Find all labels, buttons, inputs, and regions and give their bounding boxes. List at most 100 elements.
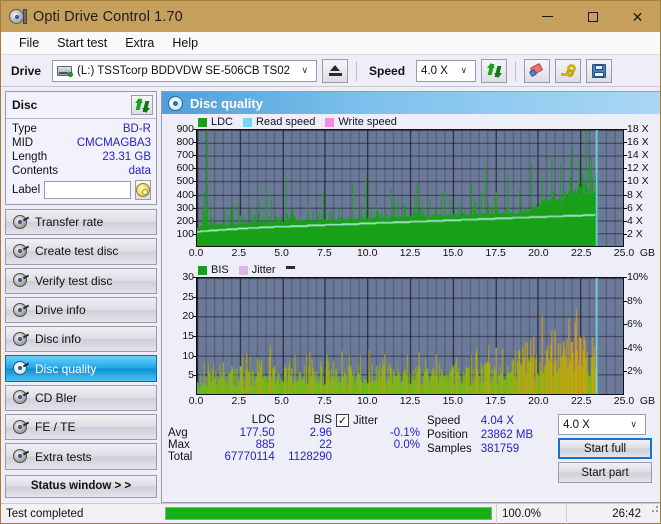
menu-file[interactable]: File [10,33,48,53]
ldc-y2-axis-speed: 2 X4 X6 X8 X 10 X 12 X 14 X 16 X 18 X [624,123,658,247]
sidebar-item-fe-te[interactable]: FE / TE [5,414,157,441]
ldc-y-axis: 100 200 300 400 500 600 700 800 900 [164,123,196,247]
axis-tick: 400 [176,188,194,201]
start-full-button[interactable]: Start full [558,438,652,459]
bis-plot-area[interactable] [196,277,624,395]
axis-tick: 2.5 [231,395,247,407]
close-button[interactable]: ✕ [615,1,660,32]
drive-select[interactable]: (L:) TSSTcorp BDDVDW SE-506CB TS02 ∨ [52,59,318,82]
sidebar-item-label: Extra tests [35,449,92,464]
sidebar: Disc Type BD-R MID CMCMAGBA3 Length 23.3… [1,87,161,503]
disc-icon [12,214,30,230]
bis-plot-row: 5 10 15 20 25 30 2% 4% 6% 8% 10% [164,271,658,395]
stats-row-max-ldc: 885 [255,439,275,451]
axis-tick: 200 [176,214,194,227]
jitter-header: ✓ Jitter [336,414,426,427]
sidebar-item-drive-info[interactable]: Drive info [5,296,157,324]
legend-swatch-ldc [198,117,207,127]
speed-select[interactable]: 4.0 X ∨ [416,59,477,82]
status-window-button[interactable]: Status window > > [5,474,157,499]
axis-tick: 10.0 [356,247,378,259]
ldc-plot-area[interactable] [196,129,624,247]
disc-panel-title: Disc [12,98,38,112]
bis-x-axis: 0.0 2.5 5.0 7.5 10.0 12.5 15.0 17.5 20.0 22.5 25.0… [189,395,655,410]
refresh-icon [486,63,502,78]
menu-bar: File Start test Extra Help [1,32,660,55]
sidebar-item-label: Disc info [35,332,82,347]
stats-panel: LDC BIS Avg 177.50 2.96 Max 885 22 Total… [162,410,660,486]
sidebar-item-cd-bler[interactable]: CD Bler [5,384,157,412]
menu-start-test[interactable]: Start test [48,33,116,53]
axis-tick: 5.0 [274,247,289,259]
test-speed-select[interactable]: 4.0 X ∨ [558,414,646,435]
disc-row-contents-value: data [128,165,151,177]
jitter-checkbox[interactable]: ✓ [336,414,349,427]
samples-value: 381759 [480,443,520,455]
disc-row-contents-key: Contents [12,165,59,177]
legend-label-bis: BIS [211,264,229,276]
toolbar-divider-2 [515,60,517,81]
disc-row-mid: MID CMCMAGBA3 [12,136,151,150]
sidebar-item-create-test-disc[interactable]: Create test disc [5,238,157,265]
menu-help[interactable]: Help [163,33,207,53]
key-button[interactable] [555,58,582,83]
toolbar: Drive (L:) TSSTcorp BDDVDW SE-506CB TS02… [1,55,660,87]
bis-y-axis: 5 10 15 20 25 30 [164,271,196,395]
axis-tick: 700 [176,149,194,162]
sidebar-item-transfer-rate[interactable]: Transfer rate [5,209,157,236]
status-message: Test completed [6,507,84,520]
axis-unit: GB [639,395,655,407]
sidebar-item-extra-tests[interactable]: Extra tests [5,443,157,470]
position-value: 23862 MB [480,429,534,441]
axis-tick: 10.0 [356,395,378,407]
samples-key: Samples [427,443,472,455]
disc-icon [12,449,30,464]
bis-legend: BIS Jitter [164,262,658,277]
title-bar: Opti Drive Control 1.70 ✕ [1,1,660,32]
drive-label: Drive [11,63,42,78]
floppy-save-icon [592,63,607,78]
axis-tick: 6% [627,318,643,331]
disc-refresh-button[interactable] [131,95,153,115]
stats-row-max-bis: 22 [319,439,332,451]
sidebar-item-verify-test-disc[interactable]: Verify test disc [5,267,157,294]
stats-col-ldc: LDC [251,414,275,426]
refresh-button[interactable] [481,58,508,83]
drive-icon [57,64,74,77]
measurement-block: Speed 4.04 X Position 23862 MB Samples 3… [426,414,558,483]
stats-row-total-label: Total [168,451,193,463]
sidebar-item-label: Verify test disc [35,273,113,288]
disc-icon [12,243,30,259]
sidebar-item-disc-info[interactable]: Disc info [5,326,157,353]
erase-button[interactable] [524,58,551,83]
legend-swatch-write-speed [325,117,335,127]
eject-button[interactable] [322,58,349,83]
disc-icon [12,361,30,376]
disc-label-key: Label [12,184,41,196]
drive-select-value: (L:) TSSTcorp BDDVDW SE-506CB TS02 [77,64,291,77]
menu-extra[interactable]: Extra [116,33,163,53]
disc-label-input[interactable] [44,181,131,199]
axis-tick: 7.5 [317,247,332,259]
stats-col-bis: BIS [313,414,332,426]
axis-tick: 2 X [627,227,643,240]
ldc-x-axis: 0.0 2.5 5.0 7.5 10.0 12.5 15.0 17.5 20.0 22.5 25.0… [189,247,655,262]
app-window: Opti Drive Control 1.70 ✕ File Start tes… [0,0,661,524]
position-key: Position [427,429,468,441]
axis-tick: 0.0 [188,395,204,407]
sidebar-item-label: Create test disc [35,244,119,259]
table-row: Avg 177.50 2.96 [166,427,334,439]
maximize-button[interactable] [570,1,615,32]
minimize-button[interactable] [525,1,570,32]
save-button[interactable] [586,58,613,83]
legend-label-ldc: LDC [211,116,234,128]
axis-tick: 2% [627,365,643,378]
start-part-button[interactable]: Start part [558,462,652,483]
sidebar-item-label: Drive info [35,303,86,318]
content-panel: Disc quality LDC Read speed Write speed … [161,91,660,503]
sidebar-item-disc-quality[interactable]: Disc quality [5,355,157,382]
bis-chart-block: BIS Jitter 5 10 15 20 25 30 2% 4% 6% 8% 10% 0.0 2.… [162,262,660,410]
axis-tick: 900 [176,123,194,135]
disc-label-button[interactable] [135,180,151,200]
disc-icon [12,419,30,435]
